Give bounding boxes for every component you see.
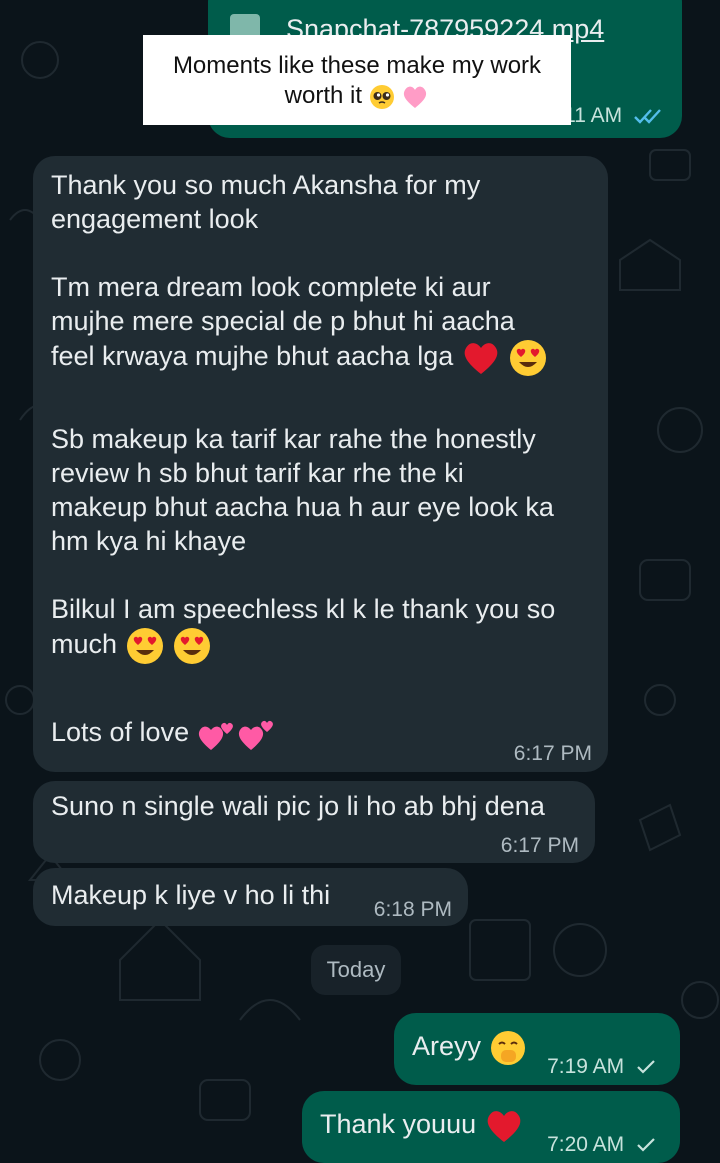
outgoing-message[interactable]: Thank youuu 7:20 AM [302, 1091, 680, 1163]
message-paragraph-2: Tm mera dream look complete ki aur mujhe… [51, 270, 548, 378]
message-text: Makeup k liye v ho li thi [51, 880, 331, 910]
message-text: Thank youuu [320, 1107, 524, 1144]
incoming-message-long[interactable]: Thank you so much Akansha for my engagem… [33, 156, 608, 772]
message-text: Areyy [412, 1029, 527, 1067]
incoming-message[interactable]: Makeup k liye v ho li thi 6:18 PM [33, 868, 468, 926]
check-icon [637, 1138, 655, 1153]
overlay-caption-line2: worth it [143, 81, 571, 111]
message-time: 7:19 AM [547, 1055, 656, 1079]
red-heart-emoji [487, 1110, 520, 1142]
overlay-caption-line1: Moments like these make my work [172, 52, 542, 79]
message-paragraph-5: Lots of love [51, 714, 277, 754]
pleading-face-emoji [369, 84, 394, 109]
message-time: 7:20 AM [547, 1133, 656, 1157]
heart-eyes-emoji [510, 340, 547, 376]
double-check-icon [634, 109, 661, 125]
message-text: Suno n single wali pic jo li ho ab bhj d… [51, 791, 545, 821]
two-hearts-emoji [198, 720, 273, 750]
message-paragraph-3: Sb makeup ka tarif kar rahe the honestly… [51, 424, 554, 556]
outgoing-message[interactable]: Areyy 7:19 AM [394, 1013, 680, 1085]
incoming-message[interactable]: Suno n single wali pic jo li ho ab bhj d… [33, 781, 595, 863]
message-paragraph-1: Thank you so much Akansha for my engagem… [51, 170, 481, 234]
message-paragraph-4: Bilkul I am speechless kl k le thank you… [51, 592, 555, 666]
date-separator: Today [311, 945, 401, 995]
red-heart-emoji [464, 343, 498, 374]
hand-over-mouth-emoji [490, 1031, 525, 1065]
message-time: 6:17 PM [513, 742, 592, 765]
pink-heart-emoji [404, 86, 427, 108]
heart-eyes-emoji [126, 628, 163, 664]
overlay-caption: Moments like these make my work worth it [143, 35, 571, 125]
heart-eyes-emoji [174, 628, 211, 664]
message-time: 6:17 PM [500, 834, 579, 857]
check-icon [637, 1060, 655, 1075]
message-time: 6:18 PM [373, 898, 452, 921]
